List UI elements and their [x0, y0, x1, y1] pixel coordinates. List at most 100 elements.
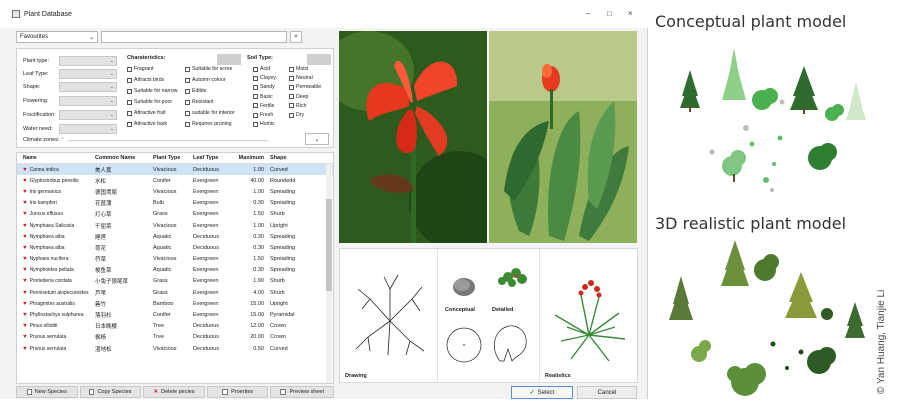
characteristic-checkbox[interactable]: Attractive bark [127, 121, 167, 127]
characteristic-checkbox[interactable]: Suitable for narrow [127, 88, 178, 94]
soil-type-checkbox[interactable]: Moist [289, 66, 308, 72]
new-species-button[interactable]: New Species [16, 386, 78, 398]
climate-zones-slider[interactable] [67, 139, 268, 141]
heart-icon[interactable]: ♥ [23, 245, 27, 251]
copy-species-button[interactable]: Copy Species [79, 386, 142, 398]
delete-species-button[interactable]: ✕ Delete pecies [143, 386, 205, 398]
table-cell: Vivacious [153, 222, 177, 229]
column-header-maximum[interactable]: Maximum [235, 155, 267, 161]
table-row[interactable]: ♥ Iris kampferi 花菖蒲 Bulb Evergreen 0.30 Spread… [17, 198, 333, 209]
column-header-plant-type[interactable]: Plant Type [153, 155, 193, 161]
table-row[interactable]: ♥ Phragmites australis 箬竹 Bamboo Evergreen 15… [17, 298, 333, 309]
characteristic-checkbox[interactable]: Resistant [185, 99, 214, 105]
table-row[interactable]: ♥ Prunus serrulata 枫杨 Tree Deciduous 20.00 Cro… [17, 332, 333, 343]
table-row[interactable]: ♥ Glyptostrobus pensilis 水松 Conifer Evergree… [17, 175, 333, 186]
heart-icon[interactable]: ♥ [23, 267, 27, 273]
heart-icon[interactable]: ♥ [23, 290, 27, 296]
maximize-button[interactable]: □ [607, 9, 612, 18]
table-cell: Upright [270, 300, 288, 307]
heart-icon[interactable]: ♥ [23, 312, 27, 318]
characteristic-checkbox[interactable]: Suitable for scree [185, 66, 232, 72]
heart-icon[interactable]: ♥ [23, 167, 27, 173]
properties-button[interactable]: Proerties [206, 386, 269, 398]
heart-icon[interactable]: ♥ [23, 189, 27, 195]
filter-select[interactable]: ⌄ [59, 110, 117, 120]
characteristic-checkbox[interactable]: Fragrant [127, 66, 154, 72]
filter-select[interactable]: ⌄ [59, 56, 117, 66]
filter-select[interactable]: ⌄ [59, 82, 117, 92]
soil-type-checkbox[interactable]: Deep [289, 94, 308, 100]
checkbox-label: Requires pruning [192, 121, 232, 127]
filter-select[interactable]: ⌄ [59, 124, 117, 134]
search-button[interactable]: ⌕ [290, 31, 302, 43]
table-row[interactable]: ♥ Prunus serrulata 湿地松 Vivacious Deciduous 0.… [17, 343, 333, 354]
search-input[interactable] [101, 31, 287, 43]
characteristic-checkbox[interactable]: Suitable for poor [127, 99, 172, 105]
soil-type-checkbox[interactable]: Humic [253, 121, 275, 127]
soil-type-checkbox[interactable]: Dry [289, 112, 304, 118]
soil-type-checkbox[interactable]: Clayey [253, 75, 276, 81]
characteristic-checkbox[interactable]: suitable for interior [185, 110, 235, 116]
characteristic-checkbox[interactable]: Autumn colour [185, 77, 225, 83]
drawing-view[interactable]: Drawing [340, 249, 438, 382]
table-row[interactable]: ♥ Nymphoides peltata 梭鱼草 Aquatic Evergreen 0.… [17, 265, 333, 276]
heart-icon[interactable]: ♥ [23, 334, 27, 340]
table-row[interactable]: ♥ Nymphaea alba 荷花 Aquatic Deciduous 0.30 Spre… [17, 242, 333, 253]
characteristic-checkbox[interactable]: Attracts birds [127, 77, 164, 83]
column-header-common-name[interactable]: Common Name [95, 155, 153, 161]
conceptual-detailed-view[interactable]: Conceptual Detailed [440, 249, 540, 382]
characteristic-checkbox[interactable]: Attractive fruit [127, 110, 166, 116]
table-row[interactable]: ♥ Phyllostachys sulphurea 落羽杉 Conifer Evergr… [17, 309, 333, 320]
realistic-label: Realistics [545, 373, 571, 379]
table-row[interactable]: ♥ Pennisetum alopecuroides 芦苇 Grass Evergree… [17, 287, 333, 298]
scrollbar-thumb[interactable] [326, 199, 332, 291]
heart-icon[interactable]: ♥ [23, 323, 27, 329]
heart-icon[interactable]: ♥ [23, 223, 27, 229]
heart-icon[interactable]: ♥ [23, 200, 27, 206]
table-cell: Grass [153, 278, 168, 285]
soil-type-checkbox[interactable]: Sandy [253, 84, 275, 90]
filter-select[interactable]: ⌄ [59, 96, 117, 106]
table-row[interactable]: ♥ Nymphaea Salicaria 千屈菜 Vivacious Evergreen… [17, 220, 333, 231]
characteristic-checkbox[interactable]: Edible [185, 88, 206, 94]
heart-icon[interactable]: ♥ [23, 211, 27, 217]
table-row[interactable]: ♥ Juncus effusus 灯心草 Grass Evergreen 1.50 Shur… [17, 209, 333, 220]
filter-select[interactable]: ⌄ [59, 69, 117, 79]
heart-icon[interactable]: ♥ [23, 178, 27, 184]
table-row[interactable]: ♥ Nyphaes nucifera 荇菜 Vivacious Evergreen 1.5… [17, 254, 333, 265]
filter-label: Shape: [23, 84, 41, 90]
heart-icon[interactable]: ♥ [23, 301, 27, 307]
heart-icon[interactable]: ♥ [23, 346, 27, 352]
heart-icon[interactable]: ♥ [23, 256, 27, 262]
species-name: Pennisetum alopecuroides [29, 289, 89, 296]
table-row[interactable]: ♥ Nymphaea alba 睡莲 Aquatic Deciduous 0.30 Spre… [17, 231, 333, 242]
soil-type-checkbox[interactable]: Rich [289, 103, 306, 109]
table-row[interactable]: ♥ Pinus elliottii 日本晚樱 Tree Deciduous 12.00 Cr… [17, 321, 333, 332]
expand-filters-button[interactable]: ⌄ [305, 133, 329, 145]
preview-sheet-button[interactable]: Preview sheet [270, 386, 335, 398]
heart-icon[interactable]: ♥ [23, 278, 27, 284]
realistic-view[interactable]: Realistics [541, 249, 638, 382]
filter-row: Flowering: ⌄ [23, 96, 117, 106]
column-header-leaf-type[interactable]: Leaf Type [193, 155, 235, 161]
soil-type-checkbox[interactable]: Permeable [289, 84, 321, 90]
table-row[interactable]: ♥ Pontederia cordata 小兔子狼尾草 Grass Evergreen 1… [17, 276, 333, 287]
table-row[interactable]: ♥ Canna indica 美人蕉 Vivacious Deciduous 1.00 Cu… [17, 164, 333, 176]
soil-type-checkbox[interactable]: Fresh [253, 112, 273, 118]
table-row[interactable]: ♥ Iris germanica 德国鸢尾 Vivacious Evergreen 1.0… [17, 186, 333, 197]
characteristic-checkbox[interactable]: Requires pruning [185, 121, 232, 127]
soil-type-checkbox[interactable]: Acid [253, 66, 270, 72]
minimize-button[interactable]: – [586, 9, 590, 18]
soil-type-checkbox[interactable]: Basic [253, 94, 273, 100]
table-scrollbar[interactable] [326, 164, 332, 383]
close-button[interactable]: × [628, 9, 633, 18]
column-header-name[interactable]: Name [17, 155, 95, 161]
soil-type-checkbox[interactable]: Neutral [289, 75, 313, 81]
favourites-select[interactable]: Favourites ⌄ [16, 31, 98, 43]
select-button[interactable]: ✓ Select [511, 386, 573, 399]
table-cell: 40.00 [250, 177, 264, 184]
column-header-shape[interactable]: Shape [267, 155, 307, 161]
heart-icon[interactable]: ♥ [23, 234, 27, 240]
cancel-button[interactable]: Cancel [577, 386, 637, 399]
soil-type-checkbox[interactable]: Fertile [253, 103, 274, 109]
